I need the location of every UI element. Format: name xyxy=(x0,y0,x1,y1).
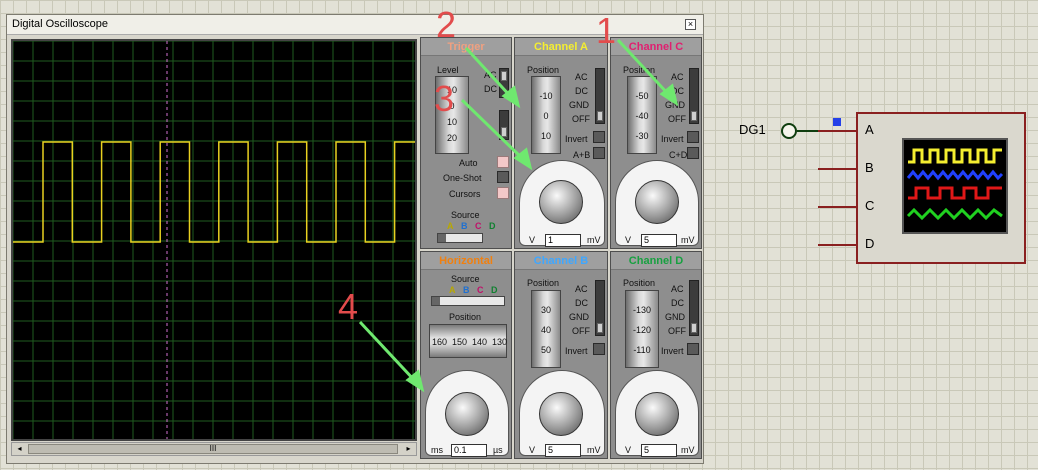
arrow-2 xyxy=(464,46,514,100)
generator-label[interactable]: DG1 xyxy=(739,122,766,137)
probe-terminal[interactable] xyxy=(781,123,797,139)
junction-marker xyxy=(833,118,841,126)
pin-b-label: B xyxy=(865,160,874,175)
annotation-4: 4 xyxy=(338,286,359,327)
pin-d-label: D xyxy=(865,236,875,251)
arrow-1 xyxy=(616,38,672,98)
pin-a-label: A xyxy=(865,122,874,137)
annotation-1: 1 xyxy=(596,10,617,51)
arrow-3 xyxy=(460,98,526,162)
pin-a-wire[interactable] xyxy=(818,130,856,132)
annotation-2: 2 xyxy=(436,4,457,45)
pin-d-wire[interactable] xyxy=(818,244,856,246)
oscilloscope-icon xyxy=(902,138,1008,234)
pin-c-label: C xyxy=(865,198,875,213)
pin-b-wire[interactable] xyxy=(818,168,856,170)
annotation-3: 3 xyxy=(434,78,455,119)
arrow-4 xyxy=(358,320,418,384)
pin-c-wire[interactable] xyxy=(818,206,856,208)
